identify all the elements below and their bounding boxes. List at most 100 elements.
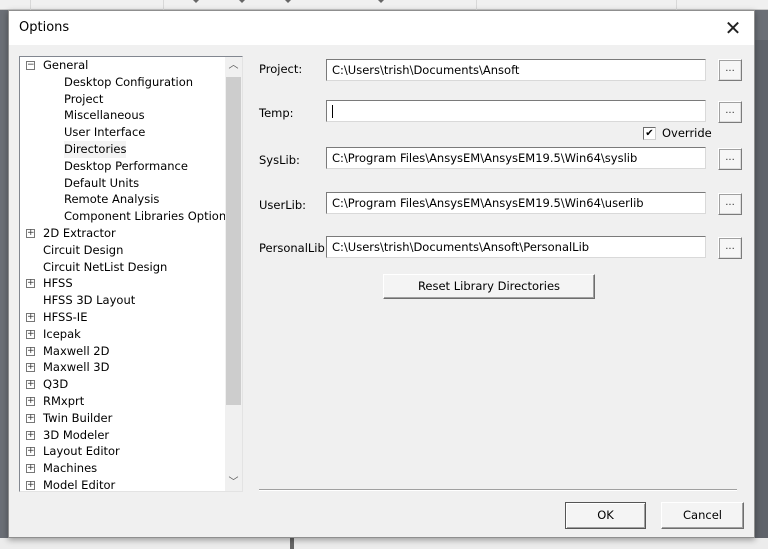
tree-item[interactable]: + Q3D bbox=[20, 376, 225, 393]
tree-item[interactable]: + RMxprt bbox=[20, 393, 225, 410]
tree-item[interactable]: Project bbox=[20, 91, 225, 108]
tree-item-label: Twin Builder bbox=[43, 410, 113, 425]
tree-item[interactable]: Desktop Performance bbox=[20, 158, 225, 175]
background-stub bbox=[290, 538, 294, 549]
text-caret bbox=[332, 105, 333, 118]
tree-item[interactable]: Miscellaneous bbox=[20, 107, 225, 124]
expand-icon[interactable]: + bbox=[26, 413, 35, 423]
personallib-label: PersonalLib: bbox=[259, 241, 329, 255]
expand-icon[interactable]: + bbox=[26, 312, 35, 322]
userlib-path-input[interactable]: C:\Program Files\AnsysEM\AnsysEM19.5\Win… bbox=[326, 192, 706, 214]
tree-item-label: Maxwell 2D bbox=[43, 343, 110, 358]
expand-icon[interactable]: + bbox=[26, 430, 35, 440]
tree-item[interactable]: + Layout Editor bbox=[20, 443, 225, 460]
tree-item[interactable]: Remote Analysis bbox=[20, 191, 225, 208]
toolbar-separator bbox=[163, 0, 164, 10]
temp-label: Temp: bbox=[259, 106, 294, 120]
chevron-down-icon[interactable]: ﹀ bbox=[225, 474, 242, 491]
tree-item[interactable]: + Machines bbox=[20, 460, 225, 477]
tree-item-label: Q3D bbox=[43, 377, 69, 392]
userlib-label: UserLib: bbox=[259, 198, 306, 212]
tree-item-label: Layout Editor bbox=[43, 444, 120, 459]
tree-item-label: Circuit NetList Design bbox=[43, 259, 168, 274]
expand-icon[interactable]: + bbox=[26, 396, 35, 406]
tree-item[interactable]: Circuit Design bbox=[20, 242, 225, 259]
tree-item[interactable]: + Twin Builder bbox=[20, 410, 225, 427]
tree-item-label: User Interface bbox=[64, 125, 146, 140]
override-checkbox[interactable]: ✔ bbox=[643, 126, 656, 140]
tree-item[interactable]: + Model Editor bbox=[20, 477, 225, 491]
tree-item[interactable]: Circuit NetList Design bbox=[20, 259, 225, 276]
tree-item[interactable]: Default Units bbox=[20, 175, 225, 192]
project-browse-button[interactable]: ... bbox=[718, 59, 742, 81]
reset-library-directories-button[interactable]: Reset Library Directories bbox=[383, 274, 595, 299]
project-label: Project: bbox=[259, 62, 303, 76]
expand-icon[interactable]: + bbox=[26, 380, 35, 390]
options-tree[interactable]: − General Desktop Configuration Project Misc… bbox=[19, 56, 243, 492]
tree-item-label: Miscellaneous bbox=[64, 108, 145, 123]
expand-icon[interactable]: + bbox=[26, 329, 35, 339]
expand-icon[interactable]: + bbox=[26, 279, 35, 289]
expand-icon[interactable]: + bbox=[26, 346, 35, 356]
tree-item[interactable]: + HFSS-IE bbox=[20, 309, 225, 326]
expand-icon[interactable]: + bbox=[26, 228, 35, 238]
title-bar: Options ✕ bbox=[9, 11, 754, 45]
tree-item-label: Desktop Performance bbox=[64, 158, 188, 173]
tree-item[interactable]: User Interface bbox=[20, 124, 225, 141]
tree-item-label: Remote Analysis bbox=[64, 192, 160, 207]
tree-item[interactable]: + Maxwell 2D bbox=[20, 343, 225, 360]
chevron-up-icon[interactable]: ︿ bbox=[225, 57, 242, 74]
override-checkbox-row[interactable]: ✔ Override bbox=[643, 125, 712, 141]
expand-icon[interactable]: + bbox=[26, 447, 35, 457]
dropdown-arrow-icon bbox=[378, 0, 384, 3]
tree-item-label: Desktop Configuration bbox=[64, 74, 194, 89]
close-button[interactable]: ✕ bbox=[716, 14, 750, 42]
expand-icon[interactable]: + bbox=[26, 363, 35, 373]
expand-icon[interactable]: + bbox=[26, 480, 35, 490]
tree-item[interactable]: HFSS 3D Layout bbox=[20, 292, 225, 309]
temp-browse-button[interactable]: ... bbox=[718, 101, 742, 123]
tree-item[interactable]: + HFSS bbox=[20, 275, 225, 292]
tree-item-label: Icepak bbox=[43, 326, 81, 341]
tree-item[interactable]: Desktop Configuration bbox=[20, 74, 225, 91]
tree-item[interactable]: Directories bbox=[20, 140, 225, 158]
tree-item-label: Machines bbox=[43, 461, 98, 476]
override-label: Override bbox=[662, 126, 712, 140]
syslib-path-input[interactable]: C:\Program Files\AnsysEM\AnsysEM19.5\Win… bbox=[326, 147, 706, 169]
collapse-icon[interactable]: − bbox=[26, 61, 35, 70]
background-app-toolbar bbox=[0, 0, 768, 10]
tree-item-label: Maxwell 3D bbox=[43, 360, 110, 375]
toolbar-separator bbox=[476, 0, 477, 10]
scrollbar-thumb[interactable] bbox=[226, 77, 241, 405]
tree-item[interactable]: Component Libraries Options bbox=[20, 208, 232, 225]
tree-item[interactable]: − General bbox=[20, 57, 225, 74]
project-path-input[interactable]: C:\Users\trish\Documents\Ansoft bbox=[326, 59, 706, 81]
expand-icon[interactable]: + bbox=[26, 464, 35, 474]
tree-item-label: HFSS bbox=[43, 276, 73, 291]
personallib-path-input[interactable]: C:\Users\trish\Documents\Ansoft\Personal… bbox=[326, 236, 706, 258]
temp-path-input[interactable] bbox=[326, 100, 706, 122]
tree-item-label: 3D Modeler bbox=[43, 427, 110, 442]
tree-item[interactable]: + Icepak bbox=[20, 326, 225, 343]
tree-item-label: Circuit Design bbox=[43, 242, 124, 257]
tree-item-label: HFSS-IE bbox=[43, 309, 88, 324]
tree-item-label: Default Units bbox=[64, 175, 140, 190]
tree-item-label: RMxprt bbox=[43, 393, 85, 408]
dialog-title: Options bbox=[19, 20, 70, 35]
tree-item[interactable]: + Maxwell 3D bbox=[20, 359, 225, 376]
tree-item-label: Directories bbox=[64, 140, 127, 158]
dropdown-arrow-icon bbox=[285, 0, 291, 3]
ok-button[interactable]: OK bbox=[565, 502, 646, 529]
tree-scrollbar[interactable]: ︿ ﹀ bbox=[225, 57, 242, 491]
tree-item-label: HFSS 3D Layout bbox=[43, 293, 136, 308]
personallib-browse-button[interactable]: ... bbox=[718, 237, 742, 259]
dropdown-arrow-icon bbox=[193, 0, 199, 3]
syslib-browse-button[interactable]: ... bbox=[718, 148, 742, 170]
tree-item[interactable]: +2D Extractor bbox=[20, 225, 225, 242]
userlib-browse-button[interactable]: ... bbox=[718, 193, 742, 215]
tree-item-label: Component Libraries Options bbox=[64, 209, 233, 224]
footer-divider bbox=[259, 489, 737, 491]
tree-item[interactable]: +3D Modeler bbox=[20, 427, 225, 444]
cancel-button[interactable]: Cancel bbox=[661, 502, 744, 529]
background-app-area bbox=[755, 40, 768, 549]
